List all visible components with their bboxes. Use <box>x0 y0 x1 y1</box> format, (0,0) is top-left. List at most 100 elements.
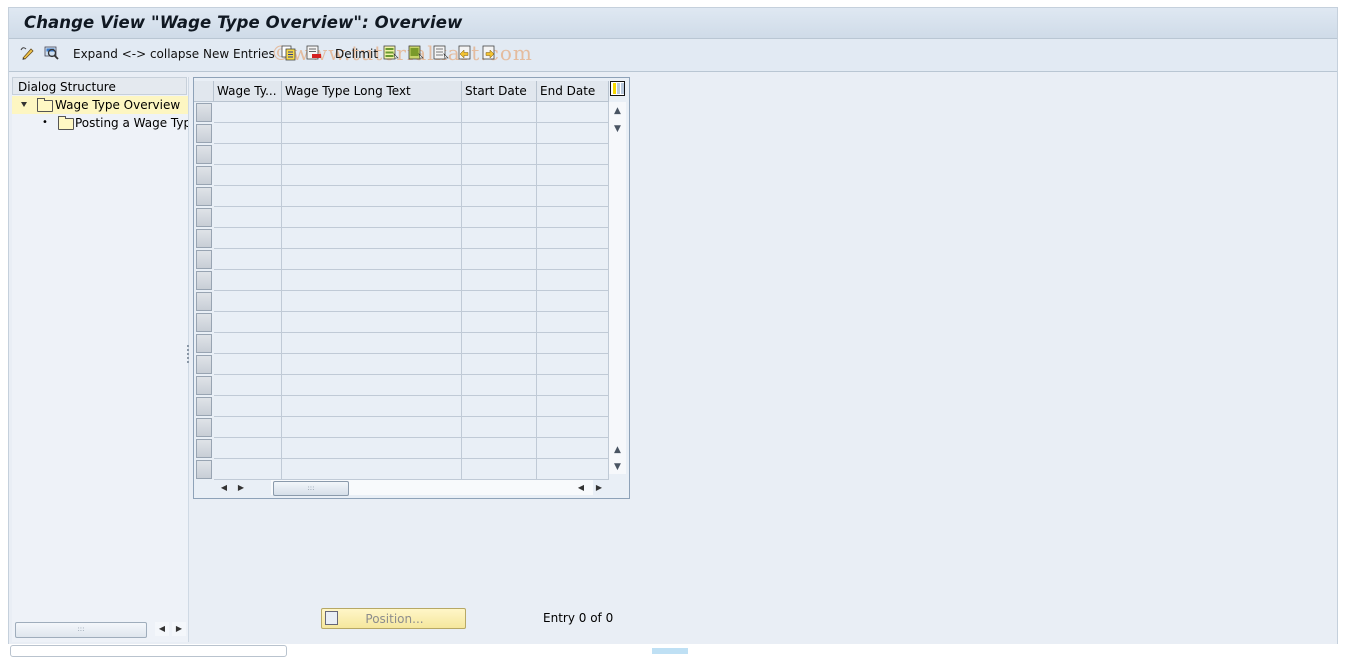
table-cell[interactable] <box>537 228 609 249</box>
horizontal-scroll-thumb[interactable]: ::: <box>273 481 349 496</box>
tree-horizontal-scrollbar[interactable]: ::: <box>15 622 147 638</box>
table-cell[interactable] <box>462 207 537 228</box>
row-selector-button[interactable] <box>196 166 212 185</box>
table-cell[interactable] <box>282 123 462 144</box>
deselect-all-icon[interactable] <box>433 45 449 61</box>
display-change-icon[interactable] <box>20 45 36 61</box>
table-cell[interactable] <box>462 249 537 270</box>
row-selector-button[interactable] <box>196 418 212 437</box>
table-cell[interactable] <box>462 123 537 144</box>
row-selector-button[interactable] <box>196 145 212 164</box>
scroll-right-icon[interactable]: ▶ <box>235 482 247 494</box>
table-cell[interactable] <box>282 396 462 417</box>
expand-triangle-icon[interactable] <box>21 102 27 107</box>
scroll-left-end-icon[interactable]: ◀ <box>575 482 587 494</box>
scroll-down-icon[interactable]: ▼ <box>612 460 623 474</box>
table-cell[interactable] <box>282 207 462 228</box>
table-cell[interactable] <box>282 312 462 333</box>
table-cell[interactable] <box>537 102 609 123</box>
page-up-icon[interactable]: ▲ <box>612 443 623 457</box>
row-selector-button[interactable] <box>196 397 212 416</box>
scroll-left-arrow-icon[interactable]: ◀ <box>155 622 169 636</box>
table-cell[interactable] <box>214 354 282 375</box>
row-selector-button[interactable] <box>196 460 212 479</box>
table-cell[interactable] <box>537 438 609 459</box>
row-selector-button[interactable] <box>196 208 212 227</box>
table-cell[interactable] <box>282 459 462 480</box>
table-cell[interactable] <box>282 144 462 165</box>
row-selector-button[interactable] <box>196 250 212 269</box>
splitter-handle[interactable] <box>187 345 189 365</box>
find-icon[interactable] <box>44 45 60 61</box>
table-cell[interactable] <box>537 333 609 354</box>
table-cell[interactable] <box>282 417 462 438</box>
table-cell[interactable] <box>537 417 609 438</box>
select-all-rows-button[interactable] <box>194 81 214 102</box>
table-cell[interactable] <box>462 375 537 396</box>
table-cell[interactable] <box>282 375 462 396</box>
table-cell[interactable] <box>537 249 609 270</box>
table-cell[interactable] <box>214 417 282 438</box>
scroll-up-icon[interactable]: ▲ <box>612 104 623 118</box>
table-cell[interactable] <box>214 291 282 312</box>
table-cell[interactable] <box>462 333 537 354</box>
vertical-scrollbar[interactable]: ▲ ▼ ▲ ▼ <box>609 102 626 474</box>
table-cell[interactable] <box>214 102 282 123</box>
table-cell[interactable] <box>537 291 609 312</box>
table-cell[interactable] <box>537 165 609 186</box>
table-cell[interactable] <box>462 312 537 333</box>
row-selector-button[interactable] <box>196 439 212 458</box>
position-button[interactable]: Position... <box>321 608 466 629</box>
table-cell[interactable] <box>537 354 609 375</box>
table-cell[interactable] <box>537 312 609 333</box>
select-all-icon[interactable] <box>383 45 399 61</box>
table-cell[interactable] <box>537 207 609 228</box>
table-cell[interactable] <box>282 165 462 186</box>
row-selector-button[interactable] <box>196 229 212 248</box>
table-cell[interactable] <box>282 228 462 249</box>
table-cell[interactable] <box>282 291 462 312</box>
tree-node-posting-wage-type[interactable]: • Posting a Wage Type <box>12 114 188 132</box>
row-selector-button[interactable] <box>196 355 212 374</box>
table-cell[interactable] <box>214 165 282 186</box>
table-cell[interactable] <box>462 396 537 417</box>
table-cell[interactable] <box>462 417 537 438</box>
row-selector-button[interactable] <box>196 271 212 290</box>
column-header-long-text[interactable]: Wage Type Long Text <box>282 81 462 102</box>
table-cell[interactable] <box>214 270 282 291</box>
table-settings-icon[interactable] <box>610 81 625 96</box>
row-selector-button[interactable] <box>196 124 212 143</box>
table-cell[interactable] <box>462 144 537 165</box>
column-header-start-date[interactable]: Start Date <box>462 81 537 102</box>
table-cell[interactable] <box>537 459 609 480</box>
table-cell[interactable] <box>537 396 609 417</box>
table-cell[interactable] <box>282 270 462 291</box>
table-cell[interactable] <box>462 291 537 312</box>
row-selector-button[interactable] <box>196 334 212 353</box>
table-cell[interactable] <box>462 270 537 291</box>
select-block-icon[interactable] <box>408 45 424 61</box>
scroll-right-end-icon[interactable]: ▶ <box>593 482 605 494</box>
table-cell[interactable] <box>214 186 282 207</box>
table-cell[interactable] <box>214 123 282 144</box>
previous-entry-icon[interactable] <box>457 45 473 61</box>
table-cell[interactable] <box>214 438 282 459</box>
table-cell[interactable] <box>282 438 462 459</box>
table-cell[interactable] <box>214 396 282 417</box>
table-cell[interactable] <box>282 249 462 270</box>
table-cell[interactable] <box>537 123 609 144</box>
table-cell[interactable] <box>214 459 282 480</box>
table-cell[interactable] <box>537 144 609 165</box>
column-header-wage-type[interactable]: Wage Ty... <box>214 81 282 102</box>
table-cell[interactable] <box>462 354 537 375</box>
table-cell[interactable] <box>537 375 609 396</box>
table-cell[interactable] <box>214 375 282 396</box>
table-cell[interactable] <box>537 270 609 291</box>
table-cell[interactable] <box>214 333 282 354</box>
table-cell[interactable] <box>214 228 282 249</box>
table-cell[interactable] <box>462 459 537 480</box>
new-entries-button[interactable]: New Entries <box>203 47 275 61</box>
table-cell[interactable] <box>214 312 282 333</box>
table-cell[interactable] <box>462 228 537 249</box>
table-cell[interactable] <box>462 438 537 459</box>
